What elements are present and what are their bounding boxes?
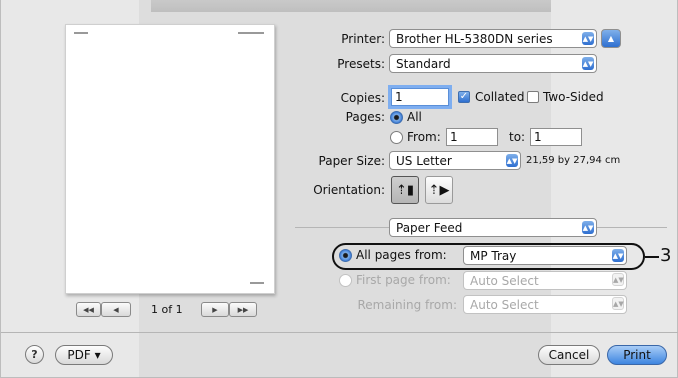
updown-arrows-icon: ▲▼ — [582, 221, 594, 234]
updown-arrows-icon: ▲▼ — [612, 297, 624, 310]
next-page-button[interactable]: ▶ — [201, 302, 229, 317]
first-page-label: First page from: — [356, 273, 451, 287]
print-button[interactable]: Print — [607, 345, 667, 365]
copies-label: Copies: — [340, 91, 385, 105]
pages-to-field[interactable]: 1 — [530, 128, 582, 146]
printer-popup[interactable]: Brother HL-5380DN series ▲▼ — [389, 29, 597, 48]
page-count: 1 of 1 — [151, 303, 183, 316]
preview-footer — [250, 282, 264, 284]
paper-size-label: Paper Size: — [318, 154, 385, 168]
first-page-source-popup[interactable]: Auto Select ▲▼ — [463, 271, 627, 290]
first-page-button[interactable]: ◀◀ — [76, 302, 101, 317]
presets-popup[interactable]: Standard ▲▼ — [389, 54, 597, 73]
footer-separator — [1, 332, 678, 333]
all-pages-radio[interactable] — [339, 249, 352, 262]
printer-value: Brother HL-5380DN series — [396, 31, 553, 46]
updown-arrows-icon: ▲▼ — [582, 32, 594, 45]
preview-header-right — [238, 32, 264, 34]
help-button[interactable]: ? — [25, 345, 44, 364]
callout-leader-line — [645, 256, 659, 258]
landscape-orientation-button[interactable]: ⇡▶ — [425, 176, 453, 204]
section-popup[interactable]: Paper Feed ▲▼ — [389, 218, 597, 237]
first-page-radio[interactable] — [339, 274, 352, 287]
section-value: Paper Feed — [396, 220, 463, 235]
pages-to-label: to: — [509, 130, 526, 144]
remaining-source-popup[interactable]: Auto Select ▲▼ — [463, 295, 627, 314]
pages-from-radio[interactable] — [390, 131, 403, 144]
landscape-person-icon: ⇡▶ — [428, 182, 450, 198]
presets-label: Presets: — [337, 57, 385, 71]
all-pages-label: All pages from: — [356, 248, 447, 262]
two-sided-label: Two-Sided — [543, 90, 604, 104]
updown-arrows-icon: ▲▼ — [506, 154, 518, 167]
print-dialog: ◀◀ ◀ 1 of 1 ▶ ▶▶ Printer: Brother HL-538… — [0, 0, 678, 378]
page-preview — [65, 24, 275, 294]
printer-label: Printer: — [341, 32, 385, 46]
collated-checkbox[interactable]: ✓ — [458, 91, 470, 103]
pages-from-label: From: — [407, 130, 441, 144]
last-page-button[interactable]: ▶▶ — [229, 302, 257, 317]
paper-size-value: US Letter — [396, 153, 452, 168]
copies-field[interactable]: 1 — [391, 88, 449, 106]
two-sided-checkbox[interactable] — [527, 91, 539, 103]
pages-all-radio[interactable] — [390, 111, 403, 124]
pages-label: Pages: — [345, 110, 385, 124]
orientation-label: Orientation: — [313, 183, 385, 197]
all-pages-source-popup[interactable]: MP Tray ▲▼ — [463, 246, 627, 265]
cancel-button[interactable]: Cancel — [538, 345, 600, 365]
pages-all-label: All — [407, 110, 422, 124]
remaining-source-value: Auto Select — [470, 297, 539, 312]
pdf-button[interactable]: PDF ▾ — [55, 345, 113, 365]
first-page-source-value: Auto Select — [470, 273, 539, 288]
updown-arrows-icon: ▲▼ — [612, 273, 624, 286]
portrait-orientation-button[interactable]: ⇡▮ — [391, 176, 419, 204]
preview-header-left — [74, 32, 88, 34]
updown-arrows-icon: ▲▼ — [612, 249, 624, 262]
paper-dimensions: 21,59 by 27,94 cm — [526, 155, 621, 166]
callout-number: 3 — [660, 245, 672, 266]
updown-arrows-icon: ▲▼ — [582, 57, 594, 70]
collated-label: Collated — [475, 90, 525, 104]
pages-from-field[interactable]: 1 — [446, 128, 498, 146]
all-pages-source-value: MP Tray — [470, 248, 517, 263]
remaining-label: Remaining from: — [357, 298, 457, 312]
previous-page-button[interactable]: ◀ — [101, 302, 131, 317]
presets-value: Standard — [396, 56, 451, 71]
portrait-person-icon: ⇡▮ — [395, 182, 415, 198]
paper-size-popup[interactable]: US Letter ▲▼ — [389, 151, 521, 170]
disclosure-triangle-icon[interactable]: ▲ — [601, 29, 621, 48]
